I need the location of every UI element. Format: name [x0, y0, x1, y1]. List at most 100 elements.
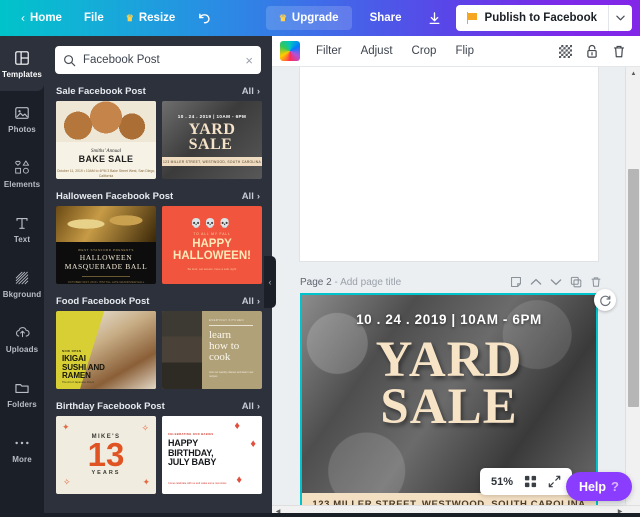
chevron-right-icon: ›: [256, 191, 260, 202]
template-card-ikigai-sushi[interactable]: NOW OPEN IKIGAI SUSHI AND RAMEN The Art of…: [56, 311, 156, 389]
sidebar-item-photos[interactable]: Photos: [0, 91, 44, 146]
sidebar-item-text[interactable]: Text: [0, 201, 44, 256]
search-input[interactable]: Facebook Post ×: [55, 46, 261, 74]
design-title-text[interactable]: YARD SALE: [376, 335, 523, 433]
sidebar-item-label: Elements: [3, 179, 41, 189]
resize-label: Resize: [138, 12, 176, 24]
sidebar-item-label: Text: [13, 234, 31, 244]
sidebar-item-bkground[interactable]: Bkground: [0, 256, 44, 311]
undo-button[interactable]: [186, 7, 223, 30]
template-main: HAPPY BIRTHDAY, JULY BABY: [168, 438, 217, 468]
transparency-button[interactable]: [552, 39, 578, 63]
sidebar-item-label: Bkground: [2, 289, 42, 299]
publish-label: Publish to Facebook: [484, 12, 597, 24]
template-card-yard-sale[interactable]: 10 . 24 . 2019 | 10AM - 6PM YARD SALE 123…: [162, 101, 262, 179]
lock-button[interactable]: [579, 39, 605, 63]
see-all-halloween-button[interactable]: All ›: [242, 191, 260, 202]
publish-dropdown-toggle[interactable]: [608, 5, 632, 31]
upgrade-button[interactable]: ♛ Upgrade: [265, 6, 352, 30]
see-all-label: All: [241, 401, 254, 412]
text-icon: [13, 214, 31, 232]
template-card-july-baby[interactable]: ♦ ♦ ♦ CELEBRATING OUR BABIES HAPPY BIRTHD…: [162, 416, 262, 494]
uploads-icon: [13, 324, 31, 342]
search-input-value: Facebook Post: [83, 54, 160, 66]
move-up-icon[interactable]: [529, 276, 542, 289]
page-title-placeholder[interactable]: Add page title: [340, 277, 401, 288]
vertical-scroll-thumb[interactable]: [628, 169, 639, 407]
zoom-control[interactable]: 51%: [479, 468, 572, 495]
sidebar-item-label: Photos: [8, 124, 36, 134]
gem-icon: ♦: [234, 420, 240, 432]
template-sub: WEST STANFORD PRESENTS: [78, 247, 134, 252]
sidebar-item-uploads[interactable]: Uploads: [0, 311, 44, 366]
chevron-left-icon: ‹: [268, 277, 272, 287]
see-all-birthday-button[interactable]: All ›: [242, 401, 260, 412]
home-button[interactable]: ‹ Home: [10, 6, 73, 30]
sidebar-item-elements[interactable]: Elements: [0, 146, 44, 201]
resize-button[interactable]: ♛ Resize: [115, 7, 187, 29]
page-2-header: Page 2 - Add page title: [300, 272, 602, 292]
duplicate-icon[interactable]: [569, 276, 582, 289]
top-bar-right-group: ♛ Upgrade Share Publish to Facebook: [265, 5, 640, 31]
collapse-panel-button[interactable]: ‹: [264, 256, 276, 308]
page-title-row: Page 2 - Add page title: [300, 277, 401, 288]
help-button[interactable]: Help ?: [565, 472, 632, 501]
scroll-up-arrow-icon[interactable]: ▲: [626, 67, 640, 81]
page-number-label: Page 2: [300, 276, 332, 288]
filter-button[interactable]: Filter: [307, 40, 351, 62]
section-title: Halloween Facebook Post: [56, 191, 174, 202]
upgrade-label: Upgrade: [291, 12, 339, 24]
sidebar-item-more[interactable]: More: [0, 421, 44, 476]
template-card-bake-sale[interactable]: Smiths' Annual BAKE SALE October 11, 201…: [56, 101, 156, 179]
zoom-level-label[interactable]: 51%: [491, 476, 513, 488]
add-note-icon[interactable]: [509, 276, 522, 289]
more-icon: [13, 434, 31, 452]
section-header-halloween: Halloween Facebook Post All ›: [44, 186, 272, 206]
grid-view-icon[interactable]: [524, 475, 537, 488]
page-separator: -: [334, 276, 338, 288]
template-main: HAPPY HALLOWEEN!: [173, 237, 251, 262]
download-button[interactable]: [420, 5, 450, 31]
rotate-handle[interactable]: [594, 289, 616, 311]
sidebar-item-templates[interactable]: Templates: [0, 36, 44, 91]
top-bar: ‹ Home File ♛ Resize ♛ Upgrade Share Pub…: [0, 0, 640, 36]
crop-button[interactable]: Crop: [403, 40, 446, 62]
section-header-sale: Sale Facebook Post All ›: [44, 81, 272, 101]
trash-icon: [613, 45, 625, 57]
trash-icon[interactable]: [589, 276, 602, 289]
template-date: 10 . 24 . 2019 | 10AM - 6PM: [177, 113, 247, 119]
chevron-right-icon: ›: [256, 86, 260, 97]
template-main: YARD SALE: [188, 120, 236, 153]
gem-icon: ♦: [250, 438, 256, 450]
template-addr: 123 MILLER STREET, WESTWOOD, SOUTH CAROL…: [162, 157, 262, 167]
publish-to-facebook-button[interactable]: Publish to Facebook: [455, 5, 632, 31]
sparkle-icon: ✧: [141, 423, 149, 433]
template-card-mikes-13-years[interactable]: ✦ ✧ ✧ ✦ MIKE'S 13 YEARS: [56, 416, 156, 494]
template-main: learn how to cook: [209, 329, 240, 364]
color-swatch[interactable]: [280, 41, 300, 61]
folders-icon: [13, 379, 31, 397]
template-card-happy-halloween[interactable]: 💀💀💀 TO ALL MY FALL HAPPY HALLOWEEN! Be ki…: [162, 206, 262, 284]
template-card-masquerade-ball[interactable]: WEST STANFORD PRESENTS HALLOWEEN MASQUERA…: [56, 206, 156, 284]
clear-search-icon[interactable]: ×: [245, 54, 253, 67]
publish-main[interactable]: Publish to Facebook: [456, 5, 608, 31]
file-menu-button[interactable]: File: [73, 7, 115, 29]
expand-icon[interactable]: [548, 475, 561, 488]
flip-button[interactable]: Flip: [446, 40, 483, 62]
template-foot: Come celebrate with us and make some mem…: [168, 481, 227, 485]
page-1-canvas[interactable]: [300, 67, 598, 261]
see-all-food-button[interactable]: All ›: [242, 296, 260, 307]
move-down-icon[interactable]: [549, 276, 562, 289]
vertical-scrollbar[interactable]: ▲ ▼: [625, 67, 640, 517]
share-button[interactable]: Share: [358, 6, 414, 30]
design-date-text[interactable]: 10 . 24 . 2019 | 10AM - 6PM: [356, 312, 542, 327]
search-row: Facebook Post ×: [44, 36, 272, 81]
adjust-button[interactable]: Adjust: [352, 40, 402, 62]
delete-button[interactable]: [606, 39, 632, 63]
design-title-line2: SALE: [380, 378, 518, 435]
share-label: Share: [369, 12, 402, 24]
template-card-learn-how-to-cook[interactable]: EVERYDAY KITCHEN learn how to cook Join ou…: [162, 311, 262, 389]
sidebar-item-folders[interactable]: Folders: [0, 366, 44, 421]
file-label: File: [83, 12, 104, 24]
see-all-sale-button[interactable]: All ›: [242, 86, 260, 97]
